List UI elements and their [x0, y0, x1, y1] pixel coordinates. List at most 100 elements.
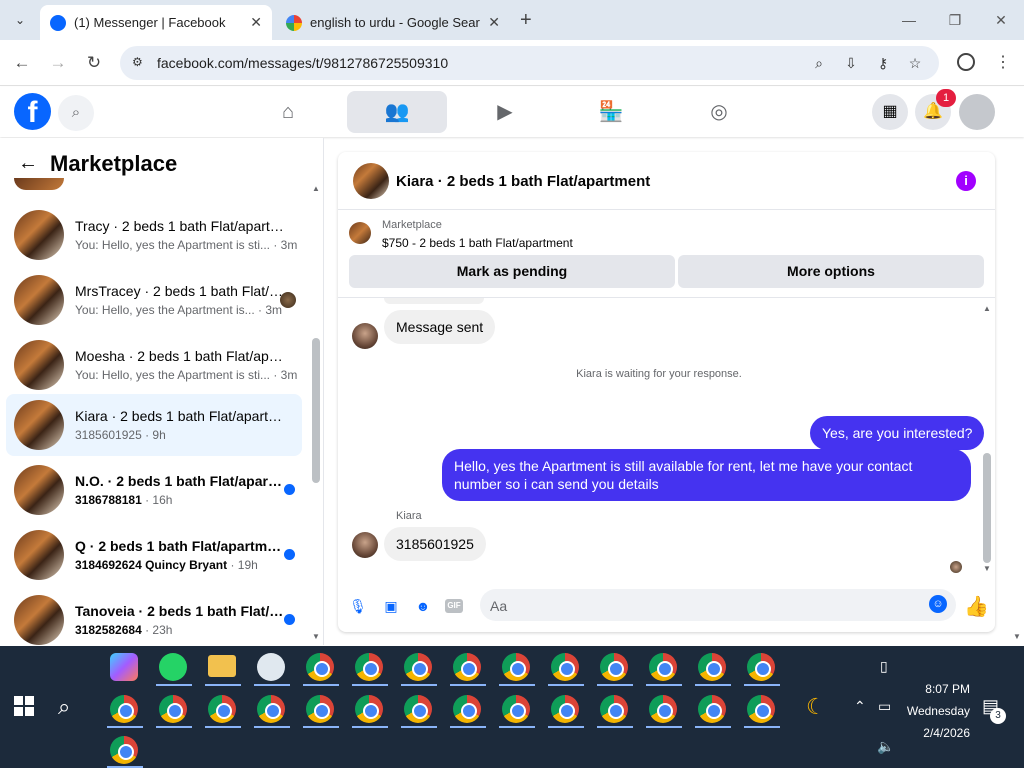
- forward-icon[interactable]: →: [47, 52, 69, 74]
- volume-icon[interactable]: 🔈: [877, 738, 894, 755]
- friends-icon[interactable]: 👥: [347, 91, 447, 133]
- reload-icon[interactable]: ↻: [83, 52, 105, 74]
- conversation-item[interactable]: Tanoveia · 2 beds 1 bath Flat/apartment …: [6, 589, 302, 645]
- network-icon[interactable]: ▭: [878, 698, 891, 715]
- scroll-up-icon[interactable]: ▲: [983, 304, 991, 313]
- gif-icon[interactable]: GIF: [445, 599, 463, 613]
- chrome-icon[interactable]: [208, 695, 236, 723]
- tab-search-icon[interactable]: ⌄: [10, 10, 30, 30]
- tab-google-search[interactable]: english to urdu - Google Search ✕: [276, 5, 510, 40]
- chrome-icon[interactable]: [306, 695, 334, 723]
- tab-messenger[interactable]: (1) Messenger | Facebook ✕: [40, 5, 272, 40]
- chrome-icon[interactable]: [600, 695, 628, 723]
- chat-title[interactable]: Kiara · 2 beds 1 bath Flat/apartment: [396, 173, 650, 190]
- chrome-icon[interactable]: [453, 695, 481, 723]
- message-bubble-outgoing[interactable]: Hello, yes the Apartment is still availa…: [442, 449, 971, 501]
- system-clock[interactable]: 8:07 PM Wednesday 2/4/2026: [895, 678, 970, 744]
- video-icon[interactable]: ▶: [455, 91, 555, 133]
- copilot-icon[interactable]: [110, 653, 138, 681]
- scroll-down-icon[interactable]: ▼: [983, 564, 991, 573]
- marketplace-icon[interactable]: 🏪: [561, 91, 661, 133]
- url-text[interactable]: facebook.com/messages/t/9812786725509310: [157, 55, 448, 71]
- chrome-icon[interactable]: [698, 653, 726, 681]
- search-icon[interactable]: ⌕: [58, 694, 70, 720]
- microphone-icon[interactable]: 🎙: [348, 596, 368, 616]
- sidebar-scrollbar[interactable]: [312, 338, 320, 483]
- conversation-item[interactable]: N.O. · 2 beds 1 bath Flat/apartment 3186…: [6, 459, 302, 521]
- conversation-item[interactable]: Tracy · 2 beds 1 bath Flat/apartment You…: [6, 204, 302, 266]
- chrome-icon[interactable]: [355, 695, 383, 723]
- back-arrow-icon[interactable]: ←: [18, 152, 38, 175]
- chrome-icon[interactable]: [453, 653, 481, 681]
- chrome-icon[interactable]: [747, 653, 775, 681]
- chrome-icon[interactable]: [502, 653, 530, 681]
- close-window-icon[interactable]: ✕: [978, 8, 1024, 32]
- chat-scrollbar[interactable]: [983, 453, 991, 563]
- chrome-icon[interactable]: [600, 653, 628, 681]
- whatsapp-icon[interactable]: [159, 653, 187, 681]
- chrome-icon[interactable]: [404, 653, 432, 681]
- back-icon[interactable]: ←: [11, 52, 33, 74]
- chrome-icon[interactable]: [110, 736, 138, 764]
- sender-avatar[interactable]: [352, 323, 378, 349]
- account-avatar[interactable]: [959, 94, 995, 130]
- sticker-icon[interactable]: ☻: [413, 596, 433, 616]
- windows-start-icon[interactable]: [14, 696, 34, 716]
- mark-as-pending-button[interactable]: Mark as pending: [349, 255, 675, 288]
- listing-thumbnail[interactable]: [349, 222, 371, 244]
- chrome-icon[interactable]: [551, 695, 579, 723]
- conversation-item-selected[interactable]: Kiara · 2 beds 1 bath Flat/apartment 318…: [6, 394, 302, 456]
- message-bubble-outgoing[interactable]: Yes, are you interested?: [810, 416, 985, 450]
- chrome-icon[interactable]: [649, 653, 677, 681]
- thumbs-up-icon[interactable]: 👍: [964, 594, 989, 619]
- emoji-icon[interactable]: ☺: [929, 595, 947, 613]
- message-bubble-incoming[interactable]: 3185601925: [384, 527, 486, 561]
- bookmark-star-icon[interactable]: ☆: [906, 54, 924, 72]
- chrome-icon[interactable]: [257, 695, 285, 723]
- zoom-icon[interactable]: ⌕: [810, 54, 828, 72]
- chrome-icon[interactable]: [306, 653, 334, 681]
- conversation-item[interactable]: Q · 2 beds 1 bath Flat/apartment 3184692…: [6, 524, 302, 586]
- new-tab-icon[interactable]: +: [520, 9, 532, 32]
- sender-avatar[interactable]: [352, 532, 378, 558]
- restore-icon[interactable]: ❐: [932, 8, 978, 32]
- more-options-button[interactable]: More options: [678, 255, 984, 288]
- chrome-icon[interactable]: [551, 653, 579, 681]
- facebook-logo[interactable]: f: [14, 93, 51, 130]
- home-icon[interactable]: ⌂: [238, 91, 338, 133]
- site-info-icon[interactable]: ⚙: [132, 55, 143, 69]
- browser-menu-icon[interactable]: ⋮: [995, 52, 1011, 72]
- close-tab-icon[interactable]: ✕: [488, 14, 500, 31]
- close-tab-icon[interactable]: ✕: [250, 14, 262, 31]
- file-explorer-icon[interactable]: [208, 655, 236, 677]
- show-hidden-icons-icon[interactable]: ⌃: [854, 698, 866, 715]
- scroll-up-icon[interactable]: ▲: [312, 184, 320, 193]
- night-light-moon-icon[interactable]: ☾: [806, 694, 826, 720]
- minimize-icon[interactable]: —: [886, 8, 932, 32]
- password-key-icon[interactable]: ⚷: [874, 54, 892, 72]
- conversation-item[interactable]: MrsTracey · 2 beds 1 bath Flat/apartment…: [6, 269, 302, 331]
- info-icon[interactable]: i: [956, 171, 976, 191]
- omnibox[interactable]: ⚙ facebook.com/messages/t/98127867255093…: [120, 46, 939, 80]
- page-scroll-down-icon[interactable]: ▼: [1013, 632, 1021, 641]
- message-bubble-incoming[interactable]: Message sent: [384, 310, 496, 344]
- scroll-down-icon[interactable]: ▼: [312, 632, 320, 641]
- groups-icon[interactable]: ◎: [669, 91, 769, 133]
- profile-icon[interactable]: [957, 53, 975, 71]
- chrome-icon[interactable]: [404, 695, 432, 723]
- chrome-icon[interactable]: [110, 695, 138, 723]
- chrome-icon[interactable]: [698, 695, 726, 723]
- phone-link-icon[interactable]: ▯: [880, 658, 888, 675]
- chrome-icon[interactable]: [355, 653, 383, 681]
- chrome-icon[interactable]: [502, 695, 530, 723]
- message-input[interactable]: Aa: [480, 589, 956, 621]
- install-app-icon[interactable]: ⇩: [842, 54, 860, 72]
- chat-avatar[interactable]: [353, 163, 389, 199]
- photo-icon[interactable]: ▣: [381, 596, 401, 616]
- chrome-icon[interactable]: [747, 695, 775, 723]
- chrome-icon[interactable]: [159, 695, 187, 723]
- chrome-icon[interactable]: [649, 695, 677, 723]
- listing-title[interactable]: $750 - 2 beds 1 bath Flat/apartment: [382, 236, 573, 250]
- snipping-tool-icon[interactable]: [257, 653, 285, 681]
- menu-grid-icon[interactable]: ▦: [872, 94, 908, 130]
